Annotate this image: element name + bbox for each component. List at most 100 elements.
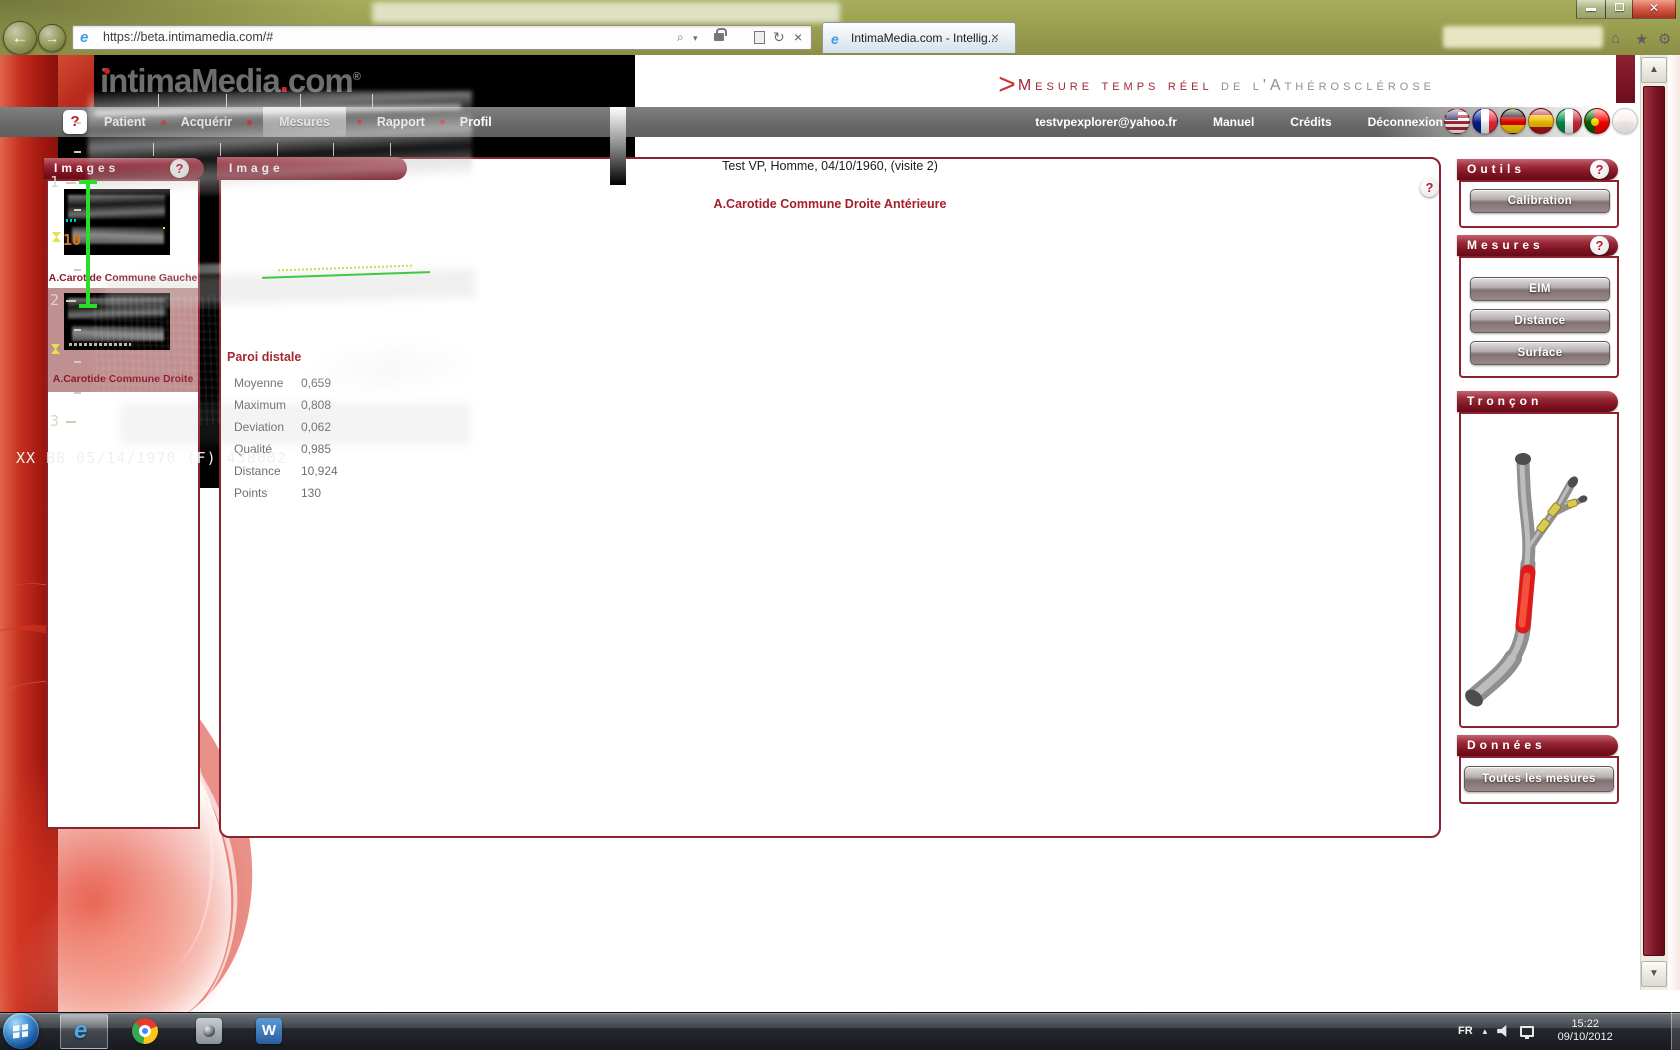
scale-label-2: 2 <box>50 291 59 309</box>
surface-button[interactable]: Surface <box>1470 341 1610 365</box>
address-bar[interactable]: e https://beta.intimamedia.com/# ⌕ ▾ ↻ × <box>72 25 812 50</box>
scale-label-3: 3 <box>50 412 59 430</box>
capture-app-taskbar-icon[interactable] <box>196 1018 222 1044</box>
scale-tick-major <box>66 300 76 302</box>
clock-time: 15:22 <box>1550 1018 1620 1031</box>
background-searchbox-blur <box>1443 26 1603 48</box>
browser-tab[interactable]: e IntimaMedia.com - Intellig... × <box>822 22 1016 53</box>
marker-speck <box>163 227 165 229</box>
troncon-panel-header: Tronçon <box>1457 391 1618 412</box>
nav-link-deconnexion[interactable]: Déconnexion <box>1368 115 1443 129</box>
search-icon[interactable]: ⌕ <box>677 30 684 45</box>
nav-link-credits[interactable]: Crédits <box>1290 115 1331 129</box>
language-indicator[interactable]: FR <box>1458 1025 1473 1037</box>
scale-tick-major <box>66 421 76 423</box>
ie-taskbar-icon[interactable]: e <box>74 1017 87 1045</box>
eim-button[interactable]: EIM <box>1470 277 1610 301</box>
stat-label: Points <box>227 486 301 500</box>
artery-diagram <box>1461 414 1613 720</box>
chrome-taskbar-icon[interactable] <box>132 1018 158 1044</box>
ie-favicon: e <box>80 30 96 46</box>
language-flags <box>1444 106 1638 136</box>
toutes-les-mesures-button[interactable]: Toutes les mesures <box>1464 766 1614 792</box>
depth-label: 10 <box>63 231 81 249</box>
screen: ← → e https://beta.intimamedia.com/# ⌕ ▾… <box>0 0 1680 1050</box>
measure-bracket-cap <box>79 180 97 184</box>
favorites-button[interactable]: ★ <box>1635 30 1648 48</box>
grayscale-bar <box>610 107 626 185</box>
thumbnail-overlay-text <box>69 343 131 346</box>
measure-bracket-cap <box>79 304 97 308</box>
flag-us-icon[interactable] <box>1444 108 1470 134</box>
scale-tick <box>74 361 81 363</box>
compatibility-icon[interactable] <box>754 31 765 44</box>
help-icon[interactable]: ? <box>1420 178 1439 197</box>
troncon-panel <box>1459 412 1619 728</box>
system-tray: FR ▴ 15:22 09/10/2012 <box>1458 1012 1620 1050</box>
dicom-overlay-text: XX BB 05/14/1970 (F) 438002 <box>16 449 287 467</box>
tools-button[interactable]: ⚙ <box>1658 30 1671 48</box>
calibration-button[interactable]: Calibration <box>1470 189 1610 213</box>
scale-tick <box>74 122 81 124</box>
volume-icon[interactable] <box>1497 1025 1510 1037</box>
lock-icon <box>714 33 724 41</box>
scale-tick <box>74 392 81 394</box>
clock-date: 09/10/2012 <box>1550 1031 1620 1044</box>
refresh-button[interactable]: ↻ <box>773 29 785 46</box>
flag-pt-icon[interactable] <box>1584 108 1610 134</box>
chevron-down-icon[interactable]: ▾ <box>693 33 698 44</box>
network-icon[interactable] <box>1520 1026 1534 1037</box>
windows-logo-icon <box>13 1024 28 1039</box>
minimize-button[interactable] <box>1576 0 1606 19</box>
url-input[interactable]: https://beta.intimamedia.com/# <box>103 30 273 44</box>
scale-tick <box>74 209 81 211</box>
background-window-blur <box>372 2 840 23</box>
home-button[interactable]: ⌂ <box>1611 30 1620 47</box>
scrollbar-thumb[interactable] <box>1643 86 1665 956</box>
stat-value: 130 <box>301 486 321 500</box>
scale-tick <box>74 151 81 153</box>
image-title: A.Carotide Commune Droite Antérieure <box>219 197 1441 211</box>
tab-close-icon[interactable]: × <box>991 29 999 45</box>
distance-button[interactable]: Distance <box>1470 309 1610 333</box>
stop-button[interactable]: × <box>794 29 802 45</box>
logo-red-dot <box>104 68 110 74</box>
flag-it-icon[interactable] <box>1556 108 1582 134</box>
nav-right: testvpexplorer@yahoo.fr Manuel Crédits D… <box>1035 107 1443 137</box>
flag-fr-icon[interactable] <box>1472 108 1498 134</box>
maximize-button[interactable] <box>1605 0 1633 19</box>
scale-label-1: 1 <box>50 173 59 191</box>
start-button[interactable] <box>3 1013 39 1049</box>
donnees-panel-header: Données <box>1457 735 1618 756</box>
close-button[interactable]: ✕ <box>1632 0 1676 19</box>
taskbar-clock[interactable]: 15:22 09/10/2012 <box>1550 1018 1620 1044</box>
header-end-block <box>1616 55 1635 103</box>
browser-forward-button[interactable]: → <box>38 24 66 52</box>
stat-row: Points 130 <box>227 486 397 500</box>
help-icon[interactable]: ? <box>1590 160 1609 179</box>
flag-disabled-icon <box>1612 108 1638 134</box>
site-tagline: >Mesure temps réel de l'Athérosclérose <box>998 68 1435 102</box>
stat-value: 10,924 <box>301 464 338 478</box>
scrollbar-up-button[interactable]: ▲ <box>1641 57 1667 83</box>
measure-bracket-line <box>86 182 90 306</box>
scale-tick <box>74 269 81 271</box>
nav-link-manuel[interactable]: Manuel <box>1213 115 1254 129</box>
page: intimaMedia.com® >Mesure temps réel de l… <box>0 55 1680 1012</box>
tab-favicon: e <box>831 31 839 47</box>
scrollbar-down-button[interactable]: ▼ <box>1641 961 1667 987</box>
flag-de-icon[interactable] <box>1500 108 1526 134</box>
word-taskbar-icon[interactable]: W <box>256 1018 282 1044</box>
scale-tick-major <box>66 182 76 184</box>
taskbar <box>0 1012 1680 1050</box>
help-icon[interactable]: ? <box>1590 236 1609 255</box>
user-email: testvpexplorer@yahoo.fr <box>1035 115 1177 129</box>
show-desktop-button[interactable] <box>1671 1012 1680 1050</box>
flag-es-icon[interactable] <box>1528 108 1554 134</box>
caliper-mark <box>66 219 76 222</box>
scale-tick <box>74 329 81 331</box>
tab-title: IntimaMedia.com - Intellig... <box>851 31 998 45</box>
hidden-icons-chevron[interactable]: ▴ <box>1483 1026 1488 1037</box>
window-controls: ✕ <box>1577 0 1676 19</box>
browser-back-button[interactable]: ← <box>3 21 37 55</box>
